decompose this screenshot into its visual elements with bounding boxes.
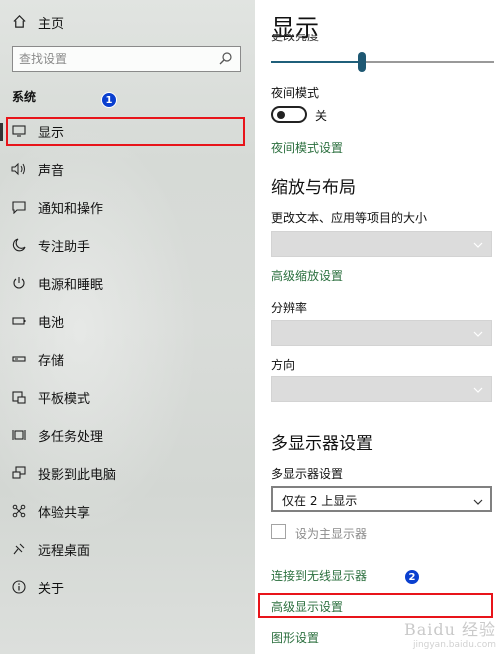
sidebar-item-remote-desktop[interactable]: 远程桌面 (0, 530, 255, 568)
speaker-icon (11, 161, 27, 177)
tablet-icon (11, 389, 27, 405)
share-icon (11, 503, 27, 519)
sidebar-item-label: 远程桌面 (38, 543, 91, 559)
search-input[interactable] (19, 48, 214, 70)
main-display-label: 设为主显示器 (295, 527, 368, 541)
highlight-box-display (6, 117, 245, 146)
project-icon (11, 465, 27, 481)
display-settings-pane: 显示 更改亮度 夜间模式 关 夜间模式设置 缩放与布局 更改文本、应用等项目的大… (255, 0, 500, 654)
multi-display-heading: 多显示器设置 (271, 434, 373, 454)
sidebar-item-power[interactable]: 电源和睡眠 (0, 264, 255, 302)
chevron-down-icon (472, 493, 484, 505)
scale-layout-heading: 缩放与布局 (271, 178, 356, 198)
sidebar-item-label: 关于 (38, 581, 65, 597)
resolution-dropdown[interactable] (271, 320, 492, 346)
sidebar-item-label: 电池 (38, 315, 65, 331)
multitask-icon (11, 427, 27, 443)
sidebar-item-label: 专注助手 (38, 239, 91, 255)
sidebar: 主页 系统 1 显示 声音 通知和操作 专注助手 (0, 0, 255, 654)
sidebar-item-focus-assist[interactable]: 专注助手 (0, 226, 255, 264)
step-badge-2: 2 (404, 569, 420, 585)
search-box[interactable] (12, 46, 241, 72)
watermark-sub: jingyan.baidu.com (412, 640, 496, 650)
advanced-scaling-link[interactable]: 高级缩放设置 (271, 267, 343, 284)
watermark-main: Baidu 经验 (403, 620, 496, 639)
sidebar-item-project-to-pc[interactable]: 投影到此电脑 (0, 454, 255, 492)
sidebar-item-label: 电源和睡眠 (38, 277, 104, 293)
brightness-slider-thumb[interactable] (358, 52, 366, 72)
search-icon[interactable] (218, 51, 234, 67)
info-icon (11, 579, 27, 595)
scale-label: 更改文本、应用等项目的大小 (271, 211, 428, 225)
sidebar-item-label: 投影到此电脑 (38, 467, 117, 483)
watermark: Baidu 经验 jingyan.baidu.com (404, 616, 496, 650)
remote-icon (11, 541, 27, 557)
sidebar-item-notifications[interactable]: 通知和操作 (0, 188, 255, 226)
brightness-slider-fill (271, 61, 360, 63)
sidebar-item-label: 体验共享 (38, 505, 91, 521)
resolution-label: 分辨率 (271, 301, 308, 315)
highlight-box-advanced-display (258, 593, 493, 618)
battery-icon (11, 313, 27, 329)
graphics-settings-link[interactable]: 图形设置 (271, 629, 319, 646)
multi-display-label: 多显示器设置 (271, 467, 344, 481)
sidebar-item-sound[interactable]: 声音 (0, 150, 255, 188)
night-mode-toggle[interactable] (271, 106, 307, 123)
sidebar-item-tablet-mode[interactable]: 平板模式 (0, 378, 255, 416)
multi-display-value: 仅在 2 上显示 (282, 494, 358, 508)
step-badge-1: 1 (101, 92, 117, 108)
home-nav-item[interactable]: 主页 (0, 8, 255, 34)
sidebar-item-label: 声音 (38, 163, 65, 179)
chevron-down-icon (472, 236, 484, 248)
night-mode-label: 夜间模式 (271, 86, 320, 100)
home-label: 主页 (38, 17, 65, 32)
orientation-dropdown[interactable] (271, 376, 492, 402)
night-mode-state: 关 (315, 109, 328, 123)
sidebar-item-label: 存储 (38, 353, 65, 369)
moon-icon (11, 237, 27, 253)
night-mode-settings-link[interactable]: 夜间模式设置 (271, 139, 343, 156)
multi-display-dropdown[interactable]: 仅在 2 上显示 (271, 486, 492, 512)
sidebar-item-multitasking[interactable]: 多任务处理 (0, 416, 255, 454)
section-label: 系统 (12, 90, 37, 104)
sidebar-item-shared-experiences[interactable]: 体验共享 (0, 492, 255, 530)
brightness-label-text: 更改亮度 (271, 34, 320, 43)
storage-icon (11, 351, 27, 367)
orientation-label: 方向 (271, 358, 296, 372)
main-display-checkbox[interactable] (271, 524, 286, 539)
sidebar-item-label: 多任务处理 (38, 429, 104, 445)
brightness-label: 更改亮度 (271, 34, 319, 43)
sidebar-item-label: 平板模式 (38, 391, 91, 407)
chevron-down-icon (472, 325, 484, 337)
home-icon (11, 13, 27, 29)
sidebar-item-label: 通知和操作 (38, 201, 104, 217)
power-icon (11, 275, 27, 291)
sidebar-item-storage[interactable]: 存储 (0, 340, 255, 378)
chevron-down-icon (472, 381, 484, 393)
notification-icon (11, 199, 27, 215)
sidebar-item-about[interactable]: 关于 (0, 568, 255, 606)
wireless-display-link[interactable]: 连接到无线显示器 (271, 567, 367, 584)
scale-dropdown[interactable] (271, 231, 492, 257)
sidebar-item-battery[interactable]: 电池 (0, 302, 255, 340)
